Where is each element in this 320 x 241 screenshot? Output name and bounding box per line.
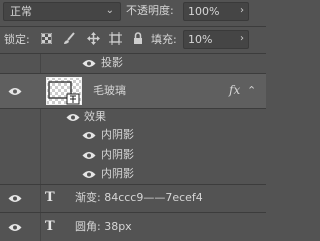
artboard-icon[interactable] xyxy=(109,32,122,45)
fx-icon[interactable]: fx xyxy=(229,83,240,97)
opacity-input[interactable]: 100% › xyxy=(183,2,249,21)
layer-name[interactable]: 圆角: 38px xyxy=(75,220,132,234)
opacity-label: 不透明度: xyxy=(126,4,174,17)
layer-row-gradient-text[interactable]: T 渐变: 84ccc9——7ecef4 xyxy=(0,185,266,212)
chevron-right-icon[interactable]: › xyxy=(240,5,244,16)
layer-thumbnail xyxy=(46,77,82,105)
lock-icon[interactable] xyxy=(133,32,143,45)
fill-value: 10% xyxy=(188,33,213,46)
text-layer-icon: T xyxy=(45,190,55,205)
layer-name[interactable]: 毛玻璃 xyxy=(93,84,126,98)
blend-mode-value: 正常 xyxy=(10,5,32,18)
layer-row-corner-text[interactable]: T 圆角: 38px xyxy=(0,213,266,241)
eye-icon[interactable] xyxy=(8,223,22,232)
divider xyxy=(0,108,266,109)
chevron-down-icon: ⌄ xyxy=(105,5,114,16)
eye-icon[interactable] xyxy=(82,131,96,140)
opacity-value: 100% xyxy=(188,5,220,18)
eye-icon[interactable] xyxy=(66,113,80,122)
eye-icon[interactable] xyxy=(8,194,22,203)
inner-shadow-label[interactable]: 内阴影 xyxy=(101,128,134,142)
drop-shadow-label[interactable]: 投影 xyxy=(101,56,123,70)
effects-label: 效果 xyxy=(84,110,106,123)
inner-shadow-label[interactable]: 内阴影 xyxy=(101,148,134,162)
eye-icon[interactable] xyxy=(82,151,96,160)
lock-label: 锁定: xyxy=(4,33,30,46)
blend-mode-select[interactable]: 正常 ⌄ xyxy=(3,2,121,21)
eye-icon[interactable] xyxy=(8,87,22,96)
layer-name[interactable]: 渐变: 84ccc9——7ecef4 xyxy=(75,191,203,205)
chevron-right-icon[interactable]: › xyxy=(240,33,244,44)
eye-icon[interactable] xyxy=(82,170,96,179)
fill-label: 填充: xyxy=(151,33,177,46)
chevron-up-icon[interactable]: ⌃ xyxy=(247,84,256,97)
eye-icon[interactable] xyxy=(82,59,96,68)
inner-shadow-label[interactable]: 内阴影 xyxy=(101,167,134,181)
brush-icon[interactable] xyxy=(63,32,75,45)
move-icon[interactable] xyxy=(87,32,100,45)
divider xyxy=(0,26,266,27)
text-layer-icon: T xyxy=(45,219,55,234)
fill-input[interactable]: 10% › xyxy=(183,30,249,49)
checkerboard-icon[interactable] xyxy=(41,33,52,44)
layer-row-glass[interactable]: 毛玻璃 fx ⌃ xyxy=(0,74,266,108)
